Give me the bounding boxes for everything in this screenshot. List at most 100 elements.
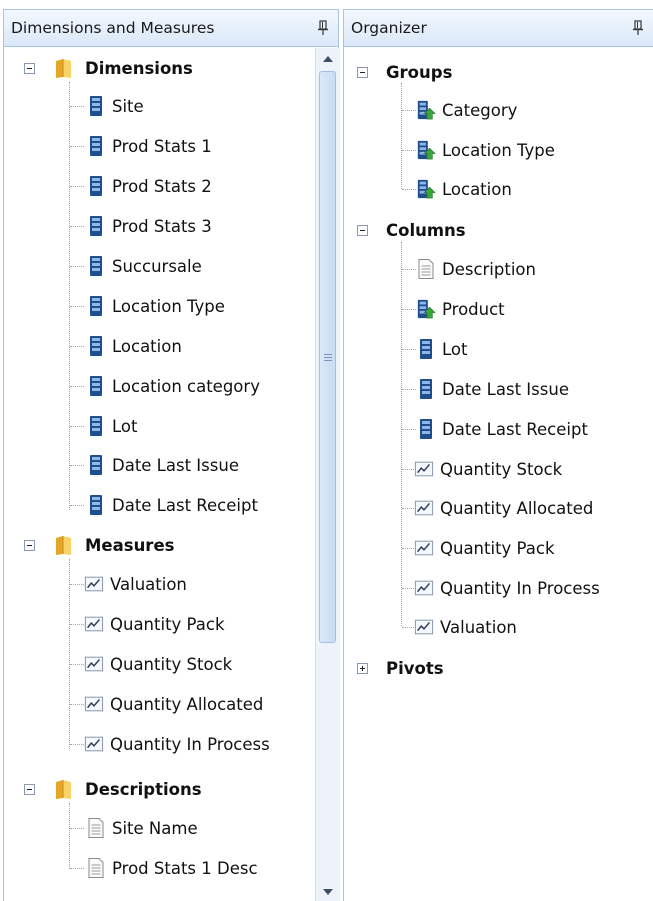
tree-item-label: Description [442, 259, 536, 279]
dimension-icon [90, 256, 102, 276]
tree-item[interactable]: Location Type [416, 138, 555, 162]
tree-group-label: Dimensions [85, 58, 193, 78]
tree-item[interactable]: Location [416, 177, 512, 201]
tree-item[interactable]: Succursale [86, 254, 202, 278]
tree-item[interactable]: Quantity Allocated [414, 496, 593, 520]
collapse-icon[interactable] [24, 539, 35, 551]
collapse-icon[interactable] [357, 66, 368, 78]
dimension-icon [420, 339, 432, 359]
collapse-icon[interactable] [357, 224, 368, 236]
collapse-icon[interactable] [24, 62, 35, 74]
tree-group-columns[interactable]: Columns [357, 218, 466, 242]
tree-item-label: Product [442, 299, 505, 319]
dimension-icon [90, 416, 102, 436]
tree-item-label: Quantity Pack [440, 538, 555, 558]
tree-item-label: Lot [112, 416, 138, 436]
vertical-scrollbar[interactable] [315, 48, 340, 901]
document-icon [88, 818, 104, 838]
tree-item[interactable]: Date Last Issue [416, 377, 569, 401]
measure-chart-icon [414, 500, 434, 516]
tree-item[interactable]: Quantity Pack [414, 536, 555, 560]
tree-item[interactable]: Site [86, 94, 144, 118]
tree-item-label: Quantity Stock [440, 459, 563, 479]
tree-item-label: Quantity In Process [440, 578, 600, 598]
dimensions-measures-header: Dimensions and Measures [4, 10, 338, 47]
tree-item-label: Quantity Allocated [110, 694, 264, 714]
dimension-icon [90, 336, 102, 356]
dimension-icon [90, 376, 102, 396]
tree-item[interactable]: Quantity Stock [414, 457, 562, 481]
group-dimension-icon [417, 140, 436, 160]
dimension-icon [90, 176, 102, 196]
tree-group-descriptions[interactable]: Descriptions [24, 777, 202, 801]
tree-group-label: Groups [386, 62, 453, 82]
group-dimension-icon [417, 179, 436, 199]
measure-chart-icon [84, 696, 104, 712]
tree-item[interactable]: Description [416, 257, 536, 281]
tree-item-label: Category [442, 100, 518, 120]
tree-item-label: Site [112, 96, 144, 116]
tree-item[interactable]: Quantity In Process [84, 732, 270, 756]
tree-item[interactable]: Valuation [414, 615, 517, 639]
tree-group-label: Pivots [386, 658, 444, 678]
tree-item-label: Prod Stats 3 [112, 216, 212, 236]
tree-item-label: Quantity Stock [110, 654, 233, 674]
tree-group-pivots[interactable]: Pivots [357, 656, 444, 680]
tree-item[interactable]: Lot [416, 337, 467, 361]
tree-item-label: Lot [442, 339, 468, 359]
tree-group-groups[interactable]: Groups [357, 60, 452, 84]
tree-group-label: Measures [85, 535, 175, 555]
tree-item[interactable]: Quantity Allocated [84, 692, 263, 716]
scroll-down-icon[interactable] [316, 883, 340, 901]
tree-item-label: Date Last Receipt [112, 495, 258, 515]
measure-chart-icon [414, 580, 434, 596]
tree-item-label: Prod Stats 1 Desc [112, 858, 258, 878]
dimension-icon [90, 136, 102, 156]
tree-item[interactable]: Product [416, 297, 505, 321]
scroll-up-icon[interactable] [316, 50, 340, 68]
collapse-icon[interactable] [24, 783, 35, 795]
dimensions-measures-panel: Dimensions and Measures Dimensions Site … [3, 9, 340, 901]
tree-item-label: Location Type [442, 140, 555, 160]
tree-item-label: Prod Stats 2 [112, 176, 212, 196]
tree-item-label: Succursale [112, 256, 202, 276]
folder-icon [56, 780, 71, 799]
tree-item[interactable]: Quantity In Process [414, 576, 600, 600]
tree-item[interactable]: Lot [86, 414, 137, 438]
tree-item[interactable]: Location [86, 334, 182, 358]
tree-item[interactable]: Date Last Receipt [416, 417, 588, 441]
panel-title: Dimensions and Measures [11, 19, 215, 37]
expand-icon[interactable] [357, 662, 368, 674]
tree-item-label: Prod Stats 1 [112, 136, 212, 156]
scrollbar-thumb[interactable] [319, 71, 336, 643]
tree-item-label: Location [442, 179, 512, 199]
measure-chart-icon [414, 619, 434, 635]
tree-item[interactable]: Date Last Receipt [86, 493, 258, 517]
pin-icon[interactable] [316, 19, 330, 37]
tree-item-label: Site Name [112, 818, 198, 838]
tree-item[interactable]: Prod Stats 1 Desc [86, 856, 258, 880]
tree-item[interactable]: Location Type [86, 294, 225, 318]
organizer-panel: Organizer Groups Category Location Type … [343, 9, 653, 901]
tree-item[interactable]: Valuation [84, 572, 187, 596]
tree-item[interactable]: Location category [86, 374, 260, 398]
tree-item[interactable]: Category [416, 98, 517, 122]
group-dimension-icon [417, 100, 436, 120]
tree-item[interactable]: Prod Stats 3 [86, 214, 212, 238]
tree-group-label: Descriptions [85, 779, 202, 799]
tree-item[interactable]: Site Name [86, 816, 198, 840]
measure-chart-icon [414, 540, 434, 556]
tree-item-label: Date Last Issue [442, 379, 569, 399]
tree-group-dimensions[interactable]: Dimensions [24, 56, 193, 80]
tree-group-measures[interactable]: Measures [24, 533, 174, 557]
tree-item[interactable]: Prod Stats 1 [86, 134, 212, 158]
tree-item[interactable]: Quantity Pack [84, 612, 225, 636]
dimension-icon [90, 216, 102, 236]
tree-item[interactable]: Prod Stats 2 [86, 174, 212, 198]
document-icon [88, 858, 104, 878]
tree-item[interactable]: Date Last Issue [86, 453, 239, 477]
measure-chart-icon [84, 616, 104, 632]
tree-item[interactable]: Quantity Stock [84, 652, 232, 676]
measure-chart-icon [414, 461, 434, 477]
pin-icon[interactable] [631, 19, 645, 37]
